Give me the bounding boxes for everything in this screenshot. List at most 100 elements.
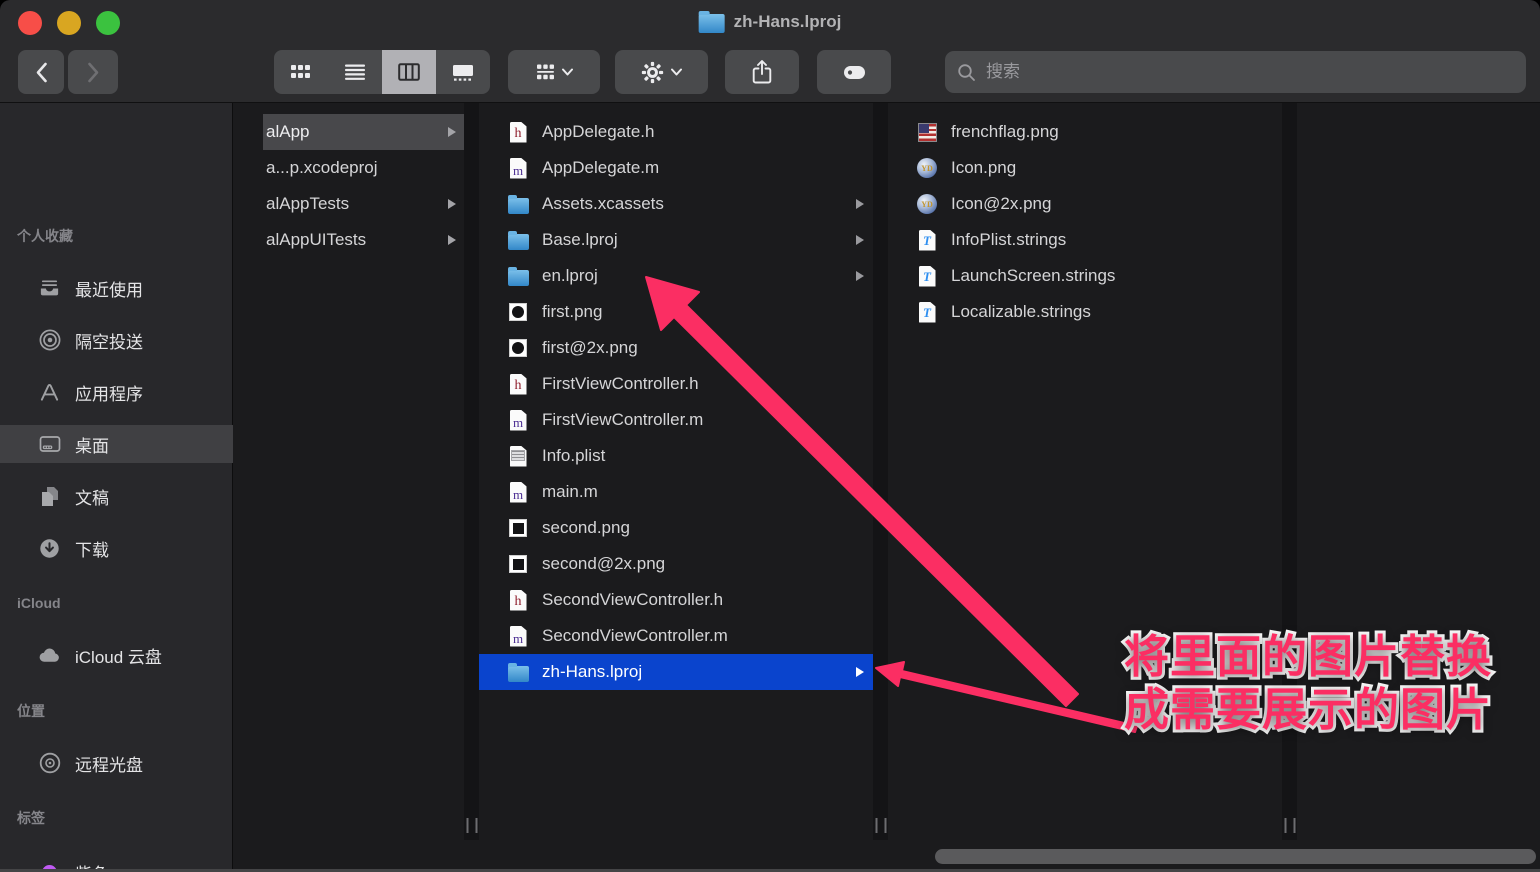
window-title-text: zh-Hans.lproj xyxy=(733,12,842,31)
file-row[interactable]: FirstViewController.m xyxy=(479,402,873,438)
file-row[interactable]: AppDelegate.m xyxy=(479,150,873,186)
tag-button[interactable] xyxy=(817,50,891,94)
desktop-icon xyxy=(37,432,62,457)
action-menu-button[interactable] xyxy=(615,50,708,94)
folder-row-selected[interactable]: zh-Hans.lproj xyxy=(479,654,873,690)
sidebar-item-recents[interactable]: 最近使用 xyxy=(0,269,233,307)
sidebar-item-desktop[interactable]: 桌面 xyxy=(0,425,233,463)
search-input[interactable] xyxy=(984,61,1514,83)
file-row[interactable]: FirstViewController.h xyxy=(479,366,873,402)
sidebar-item-documents[interactable]: 文稿 xyxy=(0,477,233,515)
image-file-icon xyxy=(507,552,529,576)
sidebar-item-airdrop[interactable]: 隔空投送 xyxy=(0,321,233,359)
share-button[interactable] xyxy=(725,50,799,94)
file-row[interactable]: Info.plist xyxy=(479,438,873,474)
window-title: zh-Hans.lproj xyxy=(698,11,842,33)
close-window-button[interactable] xyxy=(18,11,42,35)
file-name: second@2x.png xyxy=(542,554,666,573)
finder-window: zh-Hans.lproj 搜索 个人收藏 最近使用 隔空投送 应用程序 桌面 … xyxy=(0,0,1540,872)
sidebar-item-label: iCloud 云盘 xyxy=(75,647,162,667)
sidebar-item-downloads[interactable]: 下载 xyxy=(0,529,233,567)
column-4-empty xyxy=(1297,103,1540,840)
column-divider[interactable] xyxy=(464,103,479,840)
file-row[interactable]: main.m xyxy=(479,474,873,510)
sidebar-item-remote-disc[interactable]: 远程光盘 xyxy=(0,744,233,782)
file-name: AppDelegate.h xyxy=(542,122,655,141)
file-row[interactable]: AppDelegate.h xyxy=(479,114,873,150)
sidebar-item-applications[interactable]: 应用程序 xyxy=(0,373,233,411)
forward-chevron-icon xyxy=(87,62,98,82)
sidebar-item-icloud-drive[interactable]: iCloud 云盘 xyxy=(0,636,233,674)
forward-button[interactable] xyxy=(68,50,118,94)
chevron-right-icon xyxy=(856,667,864,677)
column-view-button[interactable] xyxy=(382,50,436,94)
file-name: FirstViewController.h xyxy=(542,374,699,393)
column-divider[interactable] xyxy=(1282,103,1297,840)
file-name: frenchflag.png xyxy=(951,122,1059,141)
folder-row[interactable]: Assets.xcassets xyxy=(479,186,873,222)
chevron-down-icon xyxy=(561,68,573,76)
file-row[interactable]: SecondViewController.m xyxy=(479,618,873,654)
file-row[interactable]: InfoPlist.strings xyxy=(888,222,1282,258)
sidebar-section-favorites: 个人收藏 xyxy=(17,228,73,244)
list-view-button[interactable] xyxy=(328,50,382,94)
file-row[interactable]: second.png xyxy=(479,510,873,546)
sidebar-item-label: 远程光盘 xyxy=(75,755,143,775)
folder-row[interactable]: en.lproj xyxy=(479,258,873,294)
column-resize-handle[interactable] xyxy=(1284,818,1295,833)
file-row[interactable]: first.png xyxy=(479,294,873,330)
file-row[interactable]: Localizable.strings xyxy=(888,294,1282,330)
group-by-button[interactable] xyxy=(508,50,600,94)
chevron-right-icon xyxy=(856,271,864,281)
folder-row[interactable]: alApp xyxy=(263,114,464,150)
file-row[interactable]: first@2x.png xyxy=(479,330,873,366)
folder-name: zh-Hans.lproj xyxy=(542,662,643,681)
column-resize-handle[interactable] xyxy=(875,818,886,833)
column-3: frenchflag.png Icon.png Icon@2x.png Info… xyxy=(888,103,1282,840)
folder-icon xyxy=(698,11,725,33)
folder-row[interactable]: alAppTests xyxy=(263,186,464,222)
sidebar-section-locations: 位置 xyxy=(17,703,45,719)
objc-file-icon xyxy=(507,156,529,180)
airdrop-icon xyxy=(37,328,62,353)
file-row[interactable]: frenchflag.png xyxy=(888,114,1282,150)
file-row[interactable]: SecondViewController.h xyxy=(479,582,873,618)
cloud-icon xyxy=(37,643,62,668)
folder-name: Base.lproj xyxy=(542,230,618,249)
column-1: alApp a...p.xcodeproj alAppTests alAppUI… xyxy=(234,103,464,840)
chevron-right-icon xyxy=(856,235,864,245)
folder-name: en.lproj xyxy=(542,266,598,285)
folder-name: alAppTests xyxy=(266,194,350,213)
folder-row[interactable]: Base.lproj xyxy=(479,222,873,258)
file-name: Info.plist xyxy=(542,446,606,465)
image-file-icon xyxy=(507,300,529,324)
folder-row[interactable]: alAppUITests xyxy=(263,222,464,258)
strings-file-icon xyxy=(916,264,938,288)
back-button[interactable] xyxy=(18,50,64,94)
column-resize-handle[interactable] xyxy=(466,818,477,833)
file-name: main.m xyxy=(542,482,598,501)
sidebar-section-icloud: iCloud xyxy=(17,595,61,611)
folder-name: alAppUITests xyxy=(266,230,367,249)
chevron-right-icon xyxy=(448,127,456,137)
file-name: SecondViewController.m xyxy=(542,626,728,645)
file-row[interactable]: second@2x.png xyxy=(479,546,873,582)
file-row[interactable]: LaunchScreen.strings xyxy=(888,258,1282,294)
minimize-window-button[interactable] xyxy=(57,11,81,35)
gallery-view-button[interactable] xyxy=(436,50,490,94)
documents-icon xyxy=(37,484,62,509)
strings-file-icon xyxy=(916,300,938,324)
column-divider[interactable] xyxy=(873,103,888,840)
file-row[interactable]: Icon@2x.png xyxy=(888,186,1282,222)
zoom-window-button[interactable] xyxy=(96,11,120,35)
column-view-icon xyxy=(398,63,420,81)
icon-view-button[interactable] xyxy=(274,50,328,94)
file-row[interactable]: a...p.xcodeproj xyxy=(263,150,464,186)
chevron-down-icon xyxy=(671,68,682,76)
gear-icon xyxy=(641,61,664,83)
file-name: Localizable.strings xyxy=(951,302,1091,321)
search-field xyxy=(945,51,1526,93)
horizontal-scrollbar[interactable] xyxy=(935,849,1536,864)
file-row[interactable]: Icon.png xyxy=(888,150,1282,186)
file-name: InfoPlist.strings xyxy=(951,230,1067,249)
